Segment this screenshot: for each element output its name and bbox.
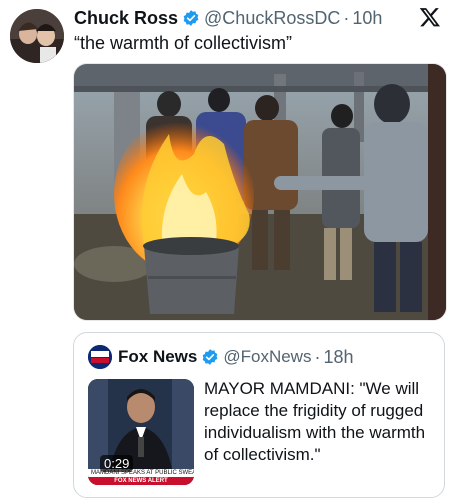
video-live-tag: FOX NEWS ALERT xyxy=(88,477,194,485)
separator-dot: · xyxy=(314,346,321,367)
quoted-tweet-timestamp[interactable]: 18h xyxy=(323,347,353,368)
x-logo-icon xyxy=(419,6,441,28)
author-handle[interactable]: @ChuckRossDC xyxy=(204,8,340,29)
video-thumbnail[interactable]: 0:29 MAMDANI SPEAKS AT PUBLIC SWEARING-I… xyxy=(88,379,194,485)
tweet-photo[interactable] xyxy=(73,63,447,321)
author-name[interactable]: Chuck Ross xyxy=(74,8,178,29)
verified-badge-icon xyxy=(201,348,219,366)
tweet-header: Chuck Ross @ChuckRossDC · 10h xyxy=(74,6,441,30)
video-duration: 0:29 xyxy=(100,455,134,472)
quoted-tweet-text: MAYOR MAMDANI: "We will replace the frig… xyxy=(204,379,426,464)
author-avatar[interactable] xyxy=(10,9,64,63)
quoted-tweet-header: Fox News @FoxNews · 18h xyxy=(118,345,354,369)
fox-news-logo-icon[interactable] xyxy=(88,345,112,369)
quoted-author-handle[interactable]: @FoxNews xyxy=(223,347,311,367)
quoted-author-name[interactable]: Fox News xyxy=(118,347,197,367)
separator-dot: · xyxy=(343,7,350,28)
verified-badge-icon xyxy=(182,9,200,27)
tweet-timestamp[interactable]: 10h xyxy=(352,8,382,29)
quoted-tweet-card[interactable]: Fox News @FoxNews · 18h 0:29 MAMDANI SPE… xyxy=(73,332,445,498)
tweet-text: “the warmth of collectivism” xyxy=(74,33,293,53)
